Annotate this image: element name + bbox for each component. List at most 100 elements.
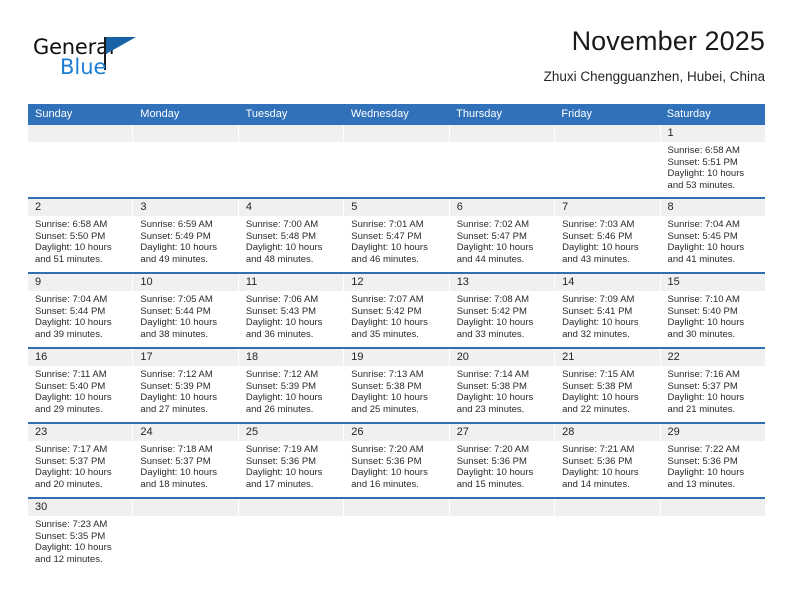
calendar-day-cell[interactable]: 23 Sunrise: 7:17 AM Sunset: 5:37 PM Dayligh… bbox=[28, 424, 134, 497]
calendar-day-cell[interactable]: 2 Sunrise: 6:58 AM Sunset: 5:50 PM Daylight… bbox=[28, 199, 134, 272]
sunrise-time: Sunrise: 7:07 AM bbox=[351, 294, 424, 305]
sunrise-time: Sunrise: 7:14 AM bbox=[456, 369, 530, 380]
day-sun-info: Sunrise: 7:06 AM Sunset: 5:43 PM Daylight:… bbox=[239, 291, 343, 340]
day-sun-info: Sunrise: 7:02 AM Sunset: 5:47 PM Daylight:… bbox=[450, 216, 554, 265]
sunrise-time: Sunrise: 7:20 AM bbox=[351, 444, 424, 455]
calendar-week-row: 9 Sunrise: 7:04 AM Sunset: 5:44 PM Daylight… bbox=[28, 272, 765, 347]
calendar-day-cell[interactable]: 21 Sunrise: 7:15 AM Sunset: 5:38 PM Dayligh… bbox=[555, 349, 661, 422]
calendar-day-cell[interactable]: 29 Sunrise: 7:22 AM Sunset: 5:36 PM Dayligh… bbox=[660, 424, 765, 497]
sunrise-time: Sunrise: 7:09 AM bbox=[562, 294, 635, 305]
calendar-day-cell[interactable]: 13 Sunrise: 7:08 AM Sunset: 5:42 PM Dayligh… bbox=[449, 274, 556, 347]
daylight-duration-line1: Daylight: 10 hours bbox=[35, 317, 112, 329]
calendar-day-cell[interactable]: 25 Sunrise: 7:19 AM Sunset: 5:36 PM Dayligh… bbox=[238, 424, 345, 497]
calendar-day-cell[interactable]: 19 Sunrise: 7:13 AM Sunset: 5:38 PM Dayligh… bbox=[344, 349, 450, 422]
day-number: 1 bbox=[667, 127, 674, 139]
daylight-duration-line1: Daylight: 10 hours bbox=[456, 242, 534, 254]
day-number: 19 bbox=[351, 351, 364, 363]
calendar-day-cell[interactable]: 1 Sunrise: 6:58 AM Sunset: 5:51 PM Daylight… bbox=[660, 125, 765, 197]
page-subtitle-location: Zhuxi Chengguanzhen, Hubei, China bbox=[543, 69, 765, 84]
sunrise-time: Sunrise: 7:17 AM bbox=[35, 444, 108, 455]
day-number-band bbox=[238, 499, 344, 516]
calendar-day-cell[interactable]: 9 Sunrise: 7:04 AM Sunset: 5:44 PM Daylight… bbox=[28, 274, 134, 347]
day-number-band: 7 bbox=[555, 199, 660, 216]
day-number-band: 19 bbox=[344, 349, 449, 366]
calendar-day-cell[interactable]: 27 Sunrise: 7:20 AM Sunset: 5:36 PM Dayligh… bbox=[449, 424, 556, 497]
day-number-band bbox=[660, 499, 765, 516]
calendar-page: General Blue November 2025 Zhuxi Chenggu… bbox=[0, 0, 792, 612]
weekday-header-row: Sunday Monday Tuesday Wednesday Thursday Frid… bbox=[28, 104, 765, 125]
calendar-day-cell[interactable]: 4 Sunrise: 7:00 AM Sunset: 5:48 PM Daylight… bbox=[238, 199, 345, 272]
weekday-header-tuesday: Tuesday bbox=[245, 108, 288, 120]
sunset-time: Sunset: 5:42 PM bbox=[351, 305, 422, 317]
day-sun-info: Sunrise: 7:18 AM Sunset: 5:37 PM Daylight:… bbox=[133, 441, 237, 490]
sunset-time: Sunset: 5:37 PM bbox=[35, 455, 106, 467]
sunset-time: Sunset: 5:36 PM bbox=[667, 455, 738, 467]
daylight-duration-line2: and 25 minutes. bbox=[351, 403, 419, 415]
calendar-day-cell[interactable]: 30 Sunrise: 7:23 AM Sunset: 5:35 PM Dayligh… bbox=[28, 499, 134, 571]
calendar-day-cell[interactable]: 24 Sunrise: 7:18 AM Sunset: 5:37 PM Dayligh… bbox=[133, 424, 239, 497]
calendar-day-cell-empty bbox=[344, 499, 450, 571]
sunset-time: Sunset: 5:35 PM bbox=[35, 530, 106, 542]
day-number: 12 bbox=[351, 276, 364, 288]
day-number-band: 22 bbox=[660, 349, 765, 366]
daylight-duration-line1: Daylight: 10 hours bbox=[562, 467, 639, 479]
day-number-band: 2 bbox=[28, 199, 133, 216]
calendar-day-cell-empty bbox=[555, 499, 661, 571]
calendar-day-cell[interactable]: 5 Sunrise: 7:01 AM Sunset: 5:47 PM Daylight… bbox=[344, 199, 450, 272]
daylight-duration-line1: Daylight: 10 hours bbox=[35, 467, 112, 479]
calendar-day-cell[interactable]: 26 Sunrise: 7:20 AM Sunset: 5:36 PM Dayligh… bbox=[344, 424, 450, 497]
day-sun-info: Sunrise: 7:22 AM Sunset: 5:36 PM Daylight:… bbox=[661, 441, 765, 490]
calendar-day-cell[interactable]: 22 Sunrise: 7:16 AM Sunset: 5:37 PM Dayligh… bbox=[660, 349, 765, 422]
day-number-band bbox=[28, 125, 133, 142]
day-sun-info: Sunrise: 7:14 AM Sunset: 5:38 PM Daylight:… bbox=[450, 366, 554, 415]
daylight-duration-line1: Daylight: 10 hours bbox=[562, 242, 639, 254]
daylight-duration-line1: Daylight: 10 hours bbox=[351, 317, 428, 329]
daylight-duration-line1: Daylight: 10 hours bbox=[667, 317, 745, 329]
daylight-duration-line1: Daylight: 10 hours bbox=[140, 467, 217, 479]
calendar-day-cell[interactable]: 17 Sunrise: 7:12 AM Sunset: 5:39 PM Dayligh… bbox=[133, 349, 239, 422]
day-sun-info: Sunrise: 7:20 AM Sunset: 5:36 PM Daylight:… bbox=[450, 441, 554, 490]
calendar-day-cell-empty bbox=[449, 499, 556, 571]
daylight-duration-line2: and 51 minutes. bbox=[35, 253, 103, 265]
calendar-day-cell[interactable]: 7 Sunrise: 7:03 AM Sunset: 5:46 PM Daylight… bbox=[555, 199, 661, 272]
calendar-day-cell[interactable]: 8 Sunrise: 7:04 AM Sunset: 5:45 PM Daylight… bbox=[660, 199, 765, 272]
calendar-day-cell[interactable]: 3 Sunrise: 6:59 AM Sunset: 5:49 PM Daylight… bbox=[133, 199, 239, 272]
day-sun-info: Sunrise: 7:23 AM Sunset: 5:35 PM Daylight:… bbox=[28, 516, 132, 565]
blue-flag-triangle-icon bbox=[106, 37, 136, 54]
title-block: November 2025 Zhuxi Chengguanzhen, Hubei… bbox=[544, 24, 765, 87]
daylight-duration-line2: and 43 minutes. bbox=[562, 253, 630, 265]
calendar-day-cell[interactable]: 18 Sunrise: 7:12 AM Sunset: 5:39 PM Dayligh… bbox=[238, 349, 345, 422]
daylight-duration-line1: Daylight: 10 hours bbox=[245, 467, 323, 479]
sunset-time: Sunset: 5:37 PM bbox=[140, 455, 211, 467]
calendar-day-cell[interactable]: 6 Sunrise: 7:02 AM Sunset: 5:47 PM Daylight… bbox=[449, 199, 556, 272]
day-number-band: 30 bbox=[28, 499, 133, 516]
calendar-day-cell[interactable]: 15 Sunrise: 7:10 AM Sunset: 5:40 PM Dayligh… bbox=[660, 274, 765, 347]
day-sun-info: Sunrise: 6:58 AM Sunset: 5:50 PM Daylight:… bbox=[28, 216, 132, 265]
calendar-day-cell[interactable]: 12 Sunrise: 7:07 AM Sunset: 5:42 PM Dayligh… bbox=[344, 274, 450, 347]
calendar-day-cell[interactable]: 16 Sunrise: 7:11 AM Sunset: 5:40 PM Dayligh… bbox=[28, 349, 134, 422]
sunrise-time: Sunrise: 7:23 AM bbox=[35, 519, 108, 530]
calendar-day-cell[interactable]: 11 Sunrise: 7:06 AM Sunset: 5:43 PM Dayligh… bbox=[238, 274, 345, 347]
calendar-week-row: 2 Sunrise: 6:58 AM Sunset: 5:50 PM Daylight… bbox=[28, 197, 765, 272]
sunrise-time: Sunrise: 7:12 AM bbox=[140, 369, 213, 380]
day-sun-info: Sunrise: 7:10 AM Sunset: 5:40 PM Daylight:… bbox=[661, 291, 765, 340]
day-sun-info: Sunrise: 7:16 AM Sunset: 5:37 PM Daylight:… bbox=[661, 366, 765, 415]
sunrise-time: Sunrise: 7:08 AM bbox=[456, 294, 530, 305]
general-blue-logo[interactable]: General Blue bbox=[33, 36, 213, 88]
calendar-day-cell[interactable]: 28 Sunrise: 7:21 AM Sunset: 5:36 PM Dayligh… bbox=[555, 424, 661, 497]
day-sun-info: Sunrise: 7:20 AM Sunset: 5:36 PM Daylight:… bbox=[344, 441, 448, 490]
sunset-time: Sunset: 5:40 PM bbox=[667, 305, 738, 317]
daylight-duration-line1: Daylight: 10 hours bbox=[245, 392, 323, 404]
calendar-day-cell[interactable]: 14 Sunrise: 7:09 AM Sunset: 5:41 PM Dayligh… bbox=[555, 274, 661, 347]
daylight-duration-line2: and 38 minutes. bbox=[140, 328, 209, 340]
daylight-duration-line2: and 29 minutes. bbox=[35, 403, 103, 415]
calendar-day-cell[interactable]: 20 Sunrise: 7:14 AM Sunset: 5:38 PM Dayligh… bbox=[449, 349, 556, 422]
day-number: 25 bbox=[245, 426, 259, 438]
day-number-band bbox=[555, 125, 660, 142]
calendar-day-cell[interactable]: 10 Sunrise: 7:05 AM Sunset: 5:44 PM Dayligh… bbox=[133, 274, 239, 347]
day-sun-info: Sunrise: 7:15 AM Sunset: 5:38 PM Daylight:… bbox=[555, 366, 659, 415]
day-number: 5 bbox=[351, 201, 358, 213]
day-number-band: 12 bbox=[344, 274, 449, 291]
sunrise-time: Sunrise: 7:11 AM bbox=[35, 369, 107, 380]
day-sun-info: Sunrise: 7:04 AM Sunset: 5:45 PM Daylight:… bbox=[661, 216, 765, 265]
